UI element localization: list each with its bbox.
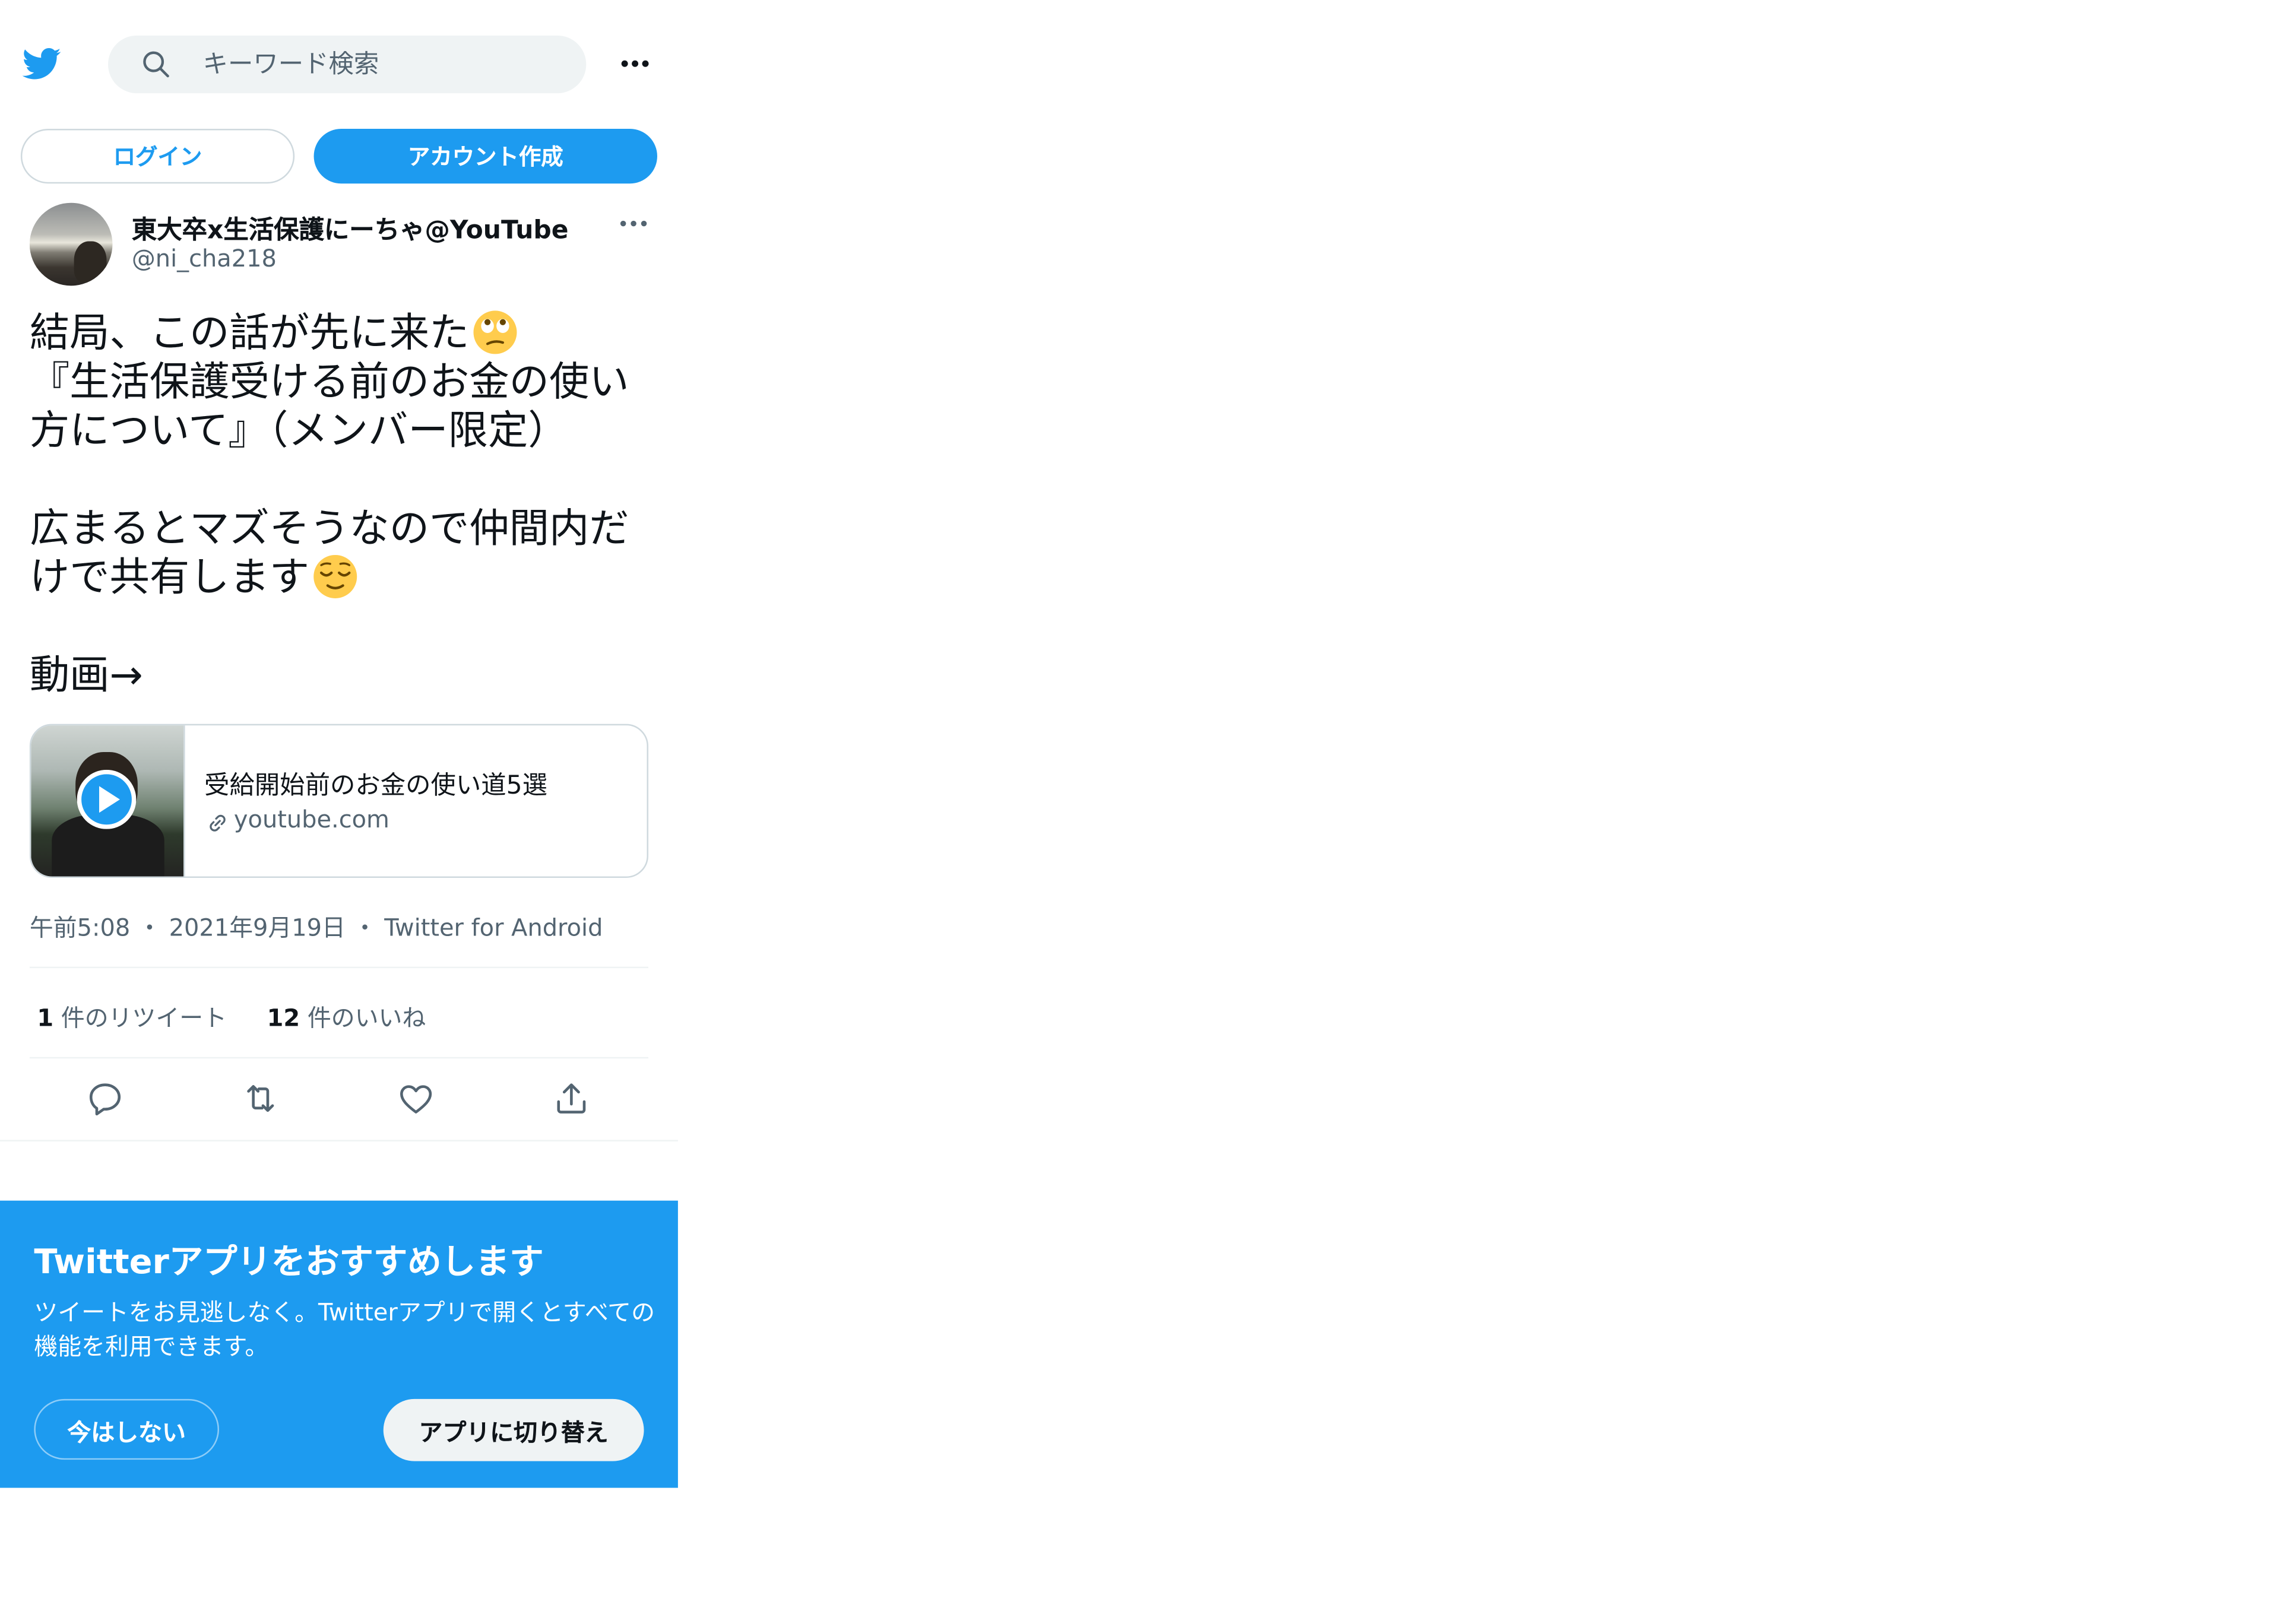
tweet-meta: 午前5:08 ・ 2021年9月19日 ・ Twitter for Androi… (30, 908, 603, 943)
login-button[interactable]: ログイン (20, 128, 295, 184)
not-now-button[interactable]: 今はしない (34, 1398, 219, 1460)
banner-title: Twitterアプリをおすすめします (34, 1244, 544, 1282)
retweet-count-link[interactable]: 1 件のリツイート (37, 998, 227, 1033)
face-with-rolling-eyes-icon (473, 310, 517, 354)
tweet-text-line: 結局、この話が先に来た (29, 310, 470, 357)
avatar[interactable] (29, 202, 113, 286)
divider (0, 1140, 678, 1141)
switch-to-app-button[interactable]: アプリに切り替え (383, 1398, 644, 1461)
search-icon (143, 51, 169, 78)
play-icon[interactable] (77, 769, 137, 829)
signup-button[interactable]: アカウント作成 (313, 128, 657, 184)
page: ログイン アカウント作成 東大卒x生活保護にーちゃ@YouTube @ni_ch… (0, 0, 2287, 1624)
relieved-face-icon (313, 554, 357, 598)
meta-separator: ・ (137, 913, 161, 942)
reply-icon[interactable] (86, 1079, 125, 1118)
tweet-text: 結局、この話が先に来た 『生活保護受ける前のお金の使い方について』（メンバー限定… (30, 309, 657, 700)
display-name[interactable]: 東大卒x生活保護にーちゃ@YouTube (132, 209, 569, 246)
tweet-time[interactable]: 午前5:08 (30, 908, 130, 943)
like-heart-icon[interactable] (397, 1079, 435, 1118)
retweet-icon[interactable] (241, 1079, 280, 1118)
tweet-text-line: 『生活保護受ける前のお金の使い方について』（メンバー限定） (29, 360, 629, 455)
tweet-source: Twitter for Android (384, 913, 603, 942)
tweet-more-icon[interactable] (614, 207, 653, 240)
retweet-count: 1 (37, 1003, 54, 1032)
user-handle[interactable]: @ni_cha218 (132, 245, 277, 272)
share-icon[interactable] (552, 1079, 591, 1118)
card-domain: youtube.com (233, 805, 389, 834)
divider (29, 966, 649, 969)
app-promo-banner: Twitterアプリをおすすめします ツイートをお見逃しなく。Twitterアプ… (0, 1200, 678, 1488)
card-title[interactable]: 受給開始前のお金の使い道5選 (204, 764, 547, 801)
tweet-stats: 1 件のリツイート 12 件のいいね (37, 998, 458, 1033)
search-input[interactable] (202, 35, 558, 94)
tweet-date[interactable]: 2021年9月19日 (169, 908, 346, 943)
retweet-label: 件のリツイート (61, 1003, 227, 1032)
video-thumbnail[interactable] (31, 725, 185, 877)
divider (29, 1057, 649, 1059)
like-count: 12 (267, 1003, 300, 1032)
like-count-link[interactable]: 12 件のいいね (267, 998, 426, 1033)
banner-body: ツイートをお見逃しなく。Twitterアプリで開くとすべての機能を利用できます。 (34, 1298, 655, 1361)
meta-separator: ・ (353, 913, 377, 942)
link-icon (210, 814, 226, 832)
link-card[interactable]: 受給開始前のお金の使い道5選 youtube.com (29, 724, 649, 878)
search-box[interactable] (108, 35, 587, 94)
tweet-text-line: 動画→ (29, 652, 143, 699)
like-label: 件のいいね (307, 1003, 426, 1032)
more-options-icon[interactable] (616, 45, 654, 83)
twitter-bird-icon[interactable] (21, 45, 64, 83)
